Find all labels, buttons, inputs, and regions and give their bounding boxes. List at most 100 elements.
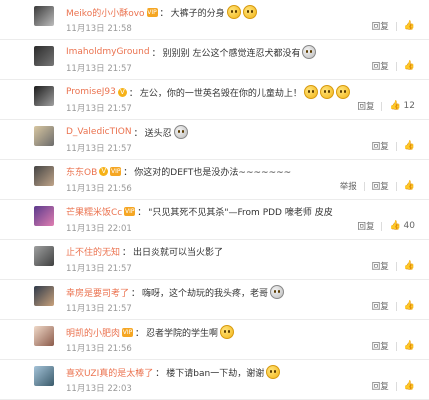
avatar[interactable] bbox=[34, 326, 54, 346]
avatar[interactable] bbox=[34, 6, 54, 26]
thumb-up-icon: 👍 bbox=[389, 221, 401, 231]
thumb-up-icon: 👍 bbox=[403, 21, 415, 31]
timestamp: 11月13日 21:56 bbox=[66, 184, 132, 194]
avatar[interactable] bbox=[34, 366, 54, 386]
reply-button[interactable]: 回复 bbox=[357, 220, 374, 232]
smile-emoji-icon bbox=[242, 5, 257, 19]
like-button[interactable]: 👍 bbox=[404, 341, 415, 351]
timestamp: 11月13日 21:57 bbox=[66, 264, 132, 274]
timestamp: 11月13日 21:57 bbox=[66, 304, 132, 314]
timestamp: 11月13日 21:57 bbox=[66, 64, 132, 74]
comment-list: Meiko的小小酥ovo VIP ： 大裤子的分身 11月13日 21:58 回… bbox=[0, 0, 429, 400]
username-link[interactable]: 东东OB bbox=[66, 165, 97, 178]
verified-v-icon: V bbox=[99, 167, 109, 176]
timestamp: 11月13日 22:03 bbox=[66, 384, 132, 394]
vip-badge-icon: VIP bbox=[124, 207, 136, 216]
vip-badge-icon: VIP bbox=[146, 7, 158, 17]
like-button[interactable]: 👍 bbox=[404, 61, 415, 71]
like-button[interactable]: 👍 bbox=[404, 261, 415, 271]
avatar[interactable] bbox=[34, 206, 54, 226]
like-button[interactable]: 👍 12 bbox=[389, 101, 415, 111]
username-link[interactable]: Meiko的小小酥ovo bbox=[66, 6, 145, 19]
comment-row: Meiko的小小酥ovo VIP ： 大裤子的分身 11月13日 21:58 回… bbox=[0, 0, 429, 40]
comment-text: 左公，你的一世英名毁在你的儿童劫上！ bbox=[139, 88, 302, 99]
comment-row: 喜欢UZI真的是太棒了 ： 楼下请ban一下劫，谢谢 11月13日 22:03 … bbox=[0, 360, 429, 400]
thumb-up-icon: 👍 bbox=[389, 101, 401, 111]
avatar[interactable] bbox=[34, 246, 54, 266]
like-count: 12 bbox=[403, 101, 415, 111]
thumb-up-icon: 👍 bbox=[403, 381, 415, 391]
avatar[interactable] bbox=[34, 166, 54, 186]
smile-emoji-icon bbox=[303, 85, 318, 99]
comment-text: 大裤子的分身 bbox=[170, 8, 225, 19]
smile-emoji-icon bbox=[266, 365, 281, 379]
comment-row: ImaholdmyGround ： 别别别 左公这个感觉连忍犬都没有 11月13… bbox=[0, 40, 429, 80]
like-button[interactable]: 👍 bbox=[404, 301, 415, 311]
username-link[interactable]: PromiseJ93 bbox=[66, 87, 116, 97]
vip-badge-icon: VIP bbox=[122, 327, 134, 337]
comment-row: 东东OB V VIP ： 你这对的DEFT也是没办法~~~~~~~ 11月13日… bbox=[0, 160, 429, 200]
like-count: 40 bbox=[403, 221, 415, 231]
verified-v-icon: V bbox=[117, 87, 127, 97]
smile-emoji-icon bbox=[226, 5, 241, 19]
username-link[interactable]: D_ValedicTION bbox=[66, 127, 132, 137]
username-link[interactable]: 喜欢UZI真的是太棒了 bbox=[66, 366, 153, 379]
comment-row: PromiseJ93 V ： 左公，你的一世英名毁在你的儿童劫上！ 11月13日… bbox=[0, 80, 429, 120]
reply-button[interactable]: 回复 bbox=[372, 380, 389, 392]
timestamp: 11月13日 21:58 bbox=[66, 24, 132, 34]
comment-row: 明凯的小肥肉 VIP ： 忍者学院的学生啊 11月13日 21:56 回复 👍 bbox=[0, 320, 429, 360]
reply-button[interactable]: 回复 bbox=[372, 300, 389, 312]
thumb-up-icon: 👍 bbox=[403, 261, 415, 271]
reply-button[interactable]: 回复 bbox=[372, 20, 389, 32]
timestamp: 11月13日 21:57 bbox=[66, 144, 132, 154]
vip-badge-icon: VIP bbox=[110, 167, 122, 176]
thumb-up-icon: 👍 bbox=[403, 301, 415, 311]
username-link[interactable]: 明凯的小肥肉 bbox=[66, 326, 120, 339]
thumb-up-icon: 👍 bbox=[403, 181, 415, 191]
comment-row: 止不住的无知 ： 出日炎就可以当火影了 11月13日 21:57 回复 👍 bbox=[0, 240, 429, 280]
comment-row: 幸房是要司考了 ： 嗨呀，这个劫玩的我头疼，老哥 11月13日 21:57 回复… bbox=[0, 280, 429, 320]
username-link[interactable]: ImaholdmyGround bbox=[66, 47, 150, 57]
avatar[interactable] bbox=[34, 126, 54, 146]
like-button[interactable]: 👍 bbox=[404, 141, 415, 151]
username-link[interactable]: 止不住的无知 bbox=[66, 245, 120, 258]
reply-button[interactable]: 回复 bbox=[372, 180, 389, 192]
avatar[interactable] bbox=[34, 86, 54, 106]
reply-button[interactable]: 回复 bbox=[372, 260, 389, 272]
comment-text: 忍者学院的学生啊 bbox=[146, 328, 219, 339]
like-button[interactable]: 👍 bbox=[404, 21, 415, 31]
reply-button[interactable]: 回复 bbox=[357, 100, 374, 112]
comment-text: "只见其死不见其杀"—From PDD 嚎老师 皮皮 bbox=[148, 208, 333, 218]
dog-emoji-icon bbox=[173, 125, 188, 139]
comment-text: 你这对的DEFT也是没办法~~~~~~~ bbox=[134, 168, 292, 178]
username-link[interactable]: 幸房是要司考了 bbox=[66, 286, 129, 299]
thumb-up-icon: 👍 bbox=[403, 61, 415, 71]
dog-emoji-icon bbox=[302, 45, 317, 59]
comment-text: 别别别 左公这个感觉连忍犬都没有 bbox=[162, 48, 301, 59]
avatar[interactable] bbox=[34, 46, 54, 66]
reply-button[interactable]: 回复 bbox=[372, 340, 389, 352]
thumb-up-icon: 👍 bbox=[403, 141, 415, 151]
smile-emoji-icon bbox=[319, 85, 334, 99]
like-button[interactable]: 👍 40 bbox=[389, 221, 415, 231]
timestamp: 11月13日 22:01 bbox=[66, 224, 132, 234]
timestamp: 11月13日 21:56 bbox=[66, 344, 132, 354]
comment-row: 芒果糯米饭Cc VIP ： "只见其死不见其杀"—From PDD 嚎老师 皮皮… bbox=[0, 200, 429, 240]
username-link[interactable]: 芒果糯米饭Cc bbox=[66, 205, 122, 218]
like-button[interactable]: 👍 bbox=[404, 181, 415, 191]
reply-button[interactable]: 回复 bbox=[372, 60, 389, 72]
comment-text: 出日炎就可以当火影了 bbox=[133, 248, 224, 258]
comment-row: D_ValedicTION ： 送头忍 11月13日 21:57 回复 👍 bbox=[0, 120, 429, 160]
smile-emoji-icon bbox=[220, 325, 235, 339]
smile-emoji-icon bbox=[335, 85, 350, 99]
comment-text: 楼下请ban一下劫，谢谢 bbox=[166, 368, 265, 379]
report-button[interactable]: 举报 bbox=[340, 180, 357, 192]
reply-button[interactable]: 回复 bbox=[372, 140, 389, 152]
thumb-up-icon: 👍 bbox=[403, 341, 415, 351]
avatar[interactable] bbox=[34, 286, 54, 306]
timestamp: 11月13日 21:57 bbox=[66, 104, 132, 114]
comment-text: 送头忍 bbox=[144, 128, 172, 139]
dog-emoji-icon bbox=[270, 285, 285, 299]
like-button[interactable]: 👍 bbox=[404, 381, 415, 391]
comment-text: 嗨呀，这个劫玩的我头疼，老哥 bbox=[142, 288, 269, 299]
